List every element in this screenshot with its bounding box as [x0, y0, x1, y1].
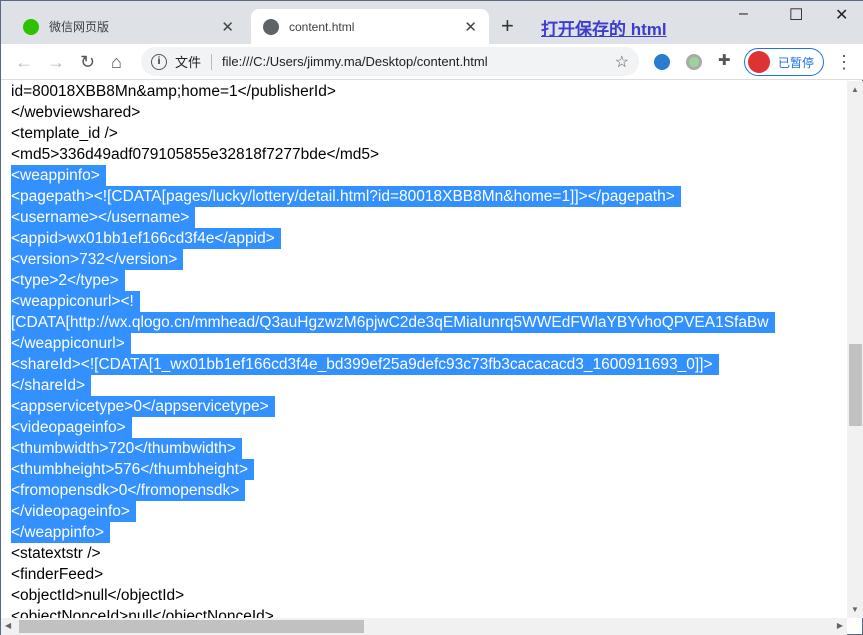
divider: [211, 53, 213, 70]
text-line: </videopageinfo>: [11, 501, 775, 522]
line-text: <md5>336d49adf079105855e32818f7277bde</m…: [11, 146, 380, 163]
line-text: </webviewshared>: [11, 104, 141, 121]
reload-button[interactable]: ↻: [80, 52, 95, 73]
line-text: [CDATA[http://wx.qlogo.cn/mmhead/Q3auHgz…: [11, 312, 775, 333]
line-text: </weappiconurl>: [11, 333, 131, 354]
text-line: <weappinfo>: [11, 165, 775, 186]
line-text: <appservicetype>0</appservicetype>: [11, 396, 275, 417]
line-text: <version>732</version>: [11, 249, 184, 270]
tab-bar: 微信网页版 ✕ content.html ✕ + 打开保存的 html – ☐ …: [1, 1, 863, 44]
text-line: <thumbwidth>720</thumbwidth>: [11, 438, 775, 459]
wechat-icon: [23, 18, 39, 35]
profile-button[interactable]: 已暂停: [744, 48, 824, 76]
forward-button[interactable]: →: [47, 52, 65, 73]
close-tab-icon[interactable]: ✕: [464, 18, 477, 36]
tab-wechat[interactable]: 微信网页版 ✕: [11, 9, 246, 44]
minimize-button[interactable]: –: [739, 5, 748, 23]
text-line: <template_id />: [11, 123, 775, 144]
text-line: <pagepath><![CDATA[pages/lucky/lottery/d…: [11, 186, 775, 207]
text-line: <md5>336d49adf079105855e32818f7277bde</m…: [11, 144, 775, 165]
horizontal-scrollbar[interactable]: ◀ ▶: [1, 618, 847, 635]
text-line: </shareId>: [11, 375, 775, 396]
line-text: <videopageinfo>: [11, 417, 132, 438]
tab-title: content.html: [289, 19, 355, 34]
line-text: </weappinfo>: [11, 522, 111, 543]
address-bar[interactable]: i 文件 file:///C:/Users/jimmy.ma/Desktop/c…: [141, 47, 639, 76]
info-icon[interactable]: i: [151, 53, 167, 70]
text-line: <objectId>null</objectId>: [11, 585, 775, 606]
home-button[interactable]: ⌂: [111, 52, 122, 73]
text-line: <weappiconurl><!: [11, 291, 775, 312]
text-line: <appid>wx01bb1ef166cd3f4e</appid>: [11, 228, 775, 249]
scheme-label: 文件: [175, 55, 202, 70]
back-button[interactable]: ←: [15, 52, 33, 73]
text-line: <fromopensdk>0</fromopensdk>: [11, 480, 775, 501]
maximize-button[interactable]: ☐: [789, 5, 803, 25]
new-tab-button[interactable]: +: [501, 13, 514, 39]
text-line: <shareId><![CDATA[1_wx01bb1ef166cd3f4e_b…: [11, 354, 775, 375]
line-text: <type>2</type>: [11, 270, 125, 291]
text-line: <username></username>: [11, 207, 775, 228]
text-line: <appservicetype>0</appservicetype>: [11, 396, 775, 417]
close-window-button[interactable]: ✕: [835, 5, 848, 25]
text-line: <statextstr />: [11, 543, 775, 564]
extension-globe-icon[interactable]: [654, 54, 670, 70]
vertical-scrollbar[interactable]: ▲ ▼: [847, 81, 863, 618]
tab-content-html[interactable]: content.html ✕: [251, 9, 489, 44]
tab-title: 微信网页版: [49, 20, 110, 34]
open-saved-html-link[interactable]: 打开保存的 html: [541, 15, 667, 40]
globe-icon: [263, 18, 279, 35]
url-text[interactable]: file:///C:/Users/jimmy.ma/Desktop/conten…: [222, 54, 488, 69]
line-text: <finderFeed>: [11, 566, 104, 583]
text-line: <videopageinfo>: [11, 417, 775, 438]
extensions-puzzle-icon[interactable]: ✚: [718, 51, 734, 69]
line-text: <fromopensdk>0</fromopensdk>: [11, 480, 246, 501]
toolbar: ← → ↻ ⌂ i 文件 file:///C:/Users/jimmy.ma/D…: [1, 44, 863, 80]
text-line: </webviewshared>: [11, 102, 775, 123]
page-content: <weappinfo><pagepath><![CDATA[pages/luck…: [1, 81, 847, 618]
line-text: <weappinfo>: [11, 165, 106, 186]
line-text: <thumbwidth>720</thumbwidth>: [11, 438, 242, 459]
line-text: <username></username>: [11, 207, 196, 228]
text-line: <finderFeed>: [11, 564, 775, 585]
line-text: <template_id />: [11, 125, 118, 142]
text-line: <version>732</version>: [11, 249, 775, 270]
vertical-scroll-thumb[interactable]: [849, 344, 862, 426]
horizontal-scroll-thumb[interactable]: [19, 620, 364, 633]
line-text: </shareId>: [11, 375, 92, 396]
more-menu-icon[interactable]: ⋮: [835, 52, 853, 73]
line-text: <objectId>null</objectId>: [11, 587, 185, 604]
line-text: <pagepath><![CDATA[pages/lucky/lottery/d…: [11, 186, 681, 207]
profile-label: 已暂停: [778, 55, 815, 70]
line-text: id=80018XBB8Mn&amp;home=1</publisherId>: [11, 83, 336, 100]
avatar: [748, 51, 770, 73]
line-text: <objectNonceId>null</objectNonceId>: [11, 608, 274, 618]
extension-circle-icon[interactable]: [686, 54, 702, 70]
bookmark-star-icon[interactable]: ☆: [615, 52, 629, 72]
close-tab-icon[interactable]: ✕: [221, 18, 234, 36]
text-line: </weappinfo>: [11, 522, 775, 543]
text-line: <thumbheight>576</thumbheight>: [11, 459, 775, 480]
text-line: </weappiconurl>: [11, 333, 775, 354]
line-text: </videopageinfo>: [11, 501, 136, 522]
line-text: <weappiconurl><!: [11, 291, 140, 312]
line-text: <appid>wx01bb1ef166cd3f4e</appid>: [11, 228, 281, 249]
line-text: <thumbheight>576</thumbheight>: [11, 459, 254, 480]
text-line: <type>2</type>: [11, 270, 775, 291]
line-text: <statextstr />: [11, 545, 101, 562]
text-line: <objectNonceId>null</objectNonceId>: [11, 606, 775, 618]
text-line: id=80018XBB8Mn&amp;home=1</publisherId>: [11, 81, 775, 102]
text-line: [CDATA[http://wx.qlogo.cn/mmhead/Q3auHgz…: [11, 312, 775, 333]
line-text: <shareId><![CDATA[1_wx01bb1ef166cd3f4e_b…: [11, 354, 719, 375]
xml-text: <weappinfo><pagepath><![CDATA[pages/luck…: [11, 81, 775, 618]
